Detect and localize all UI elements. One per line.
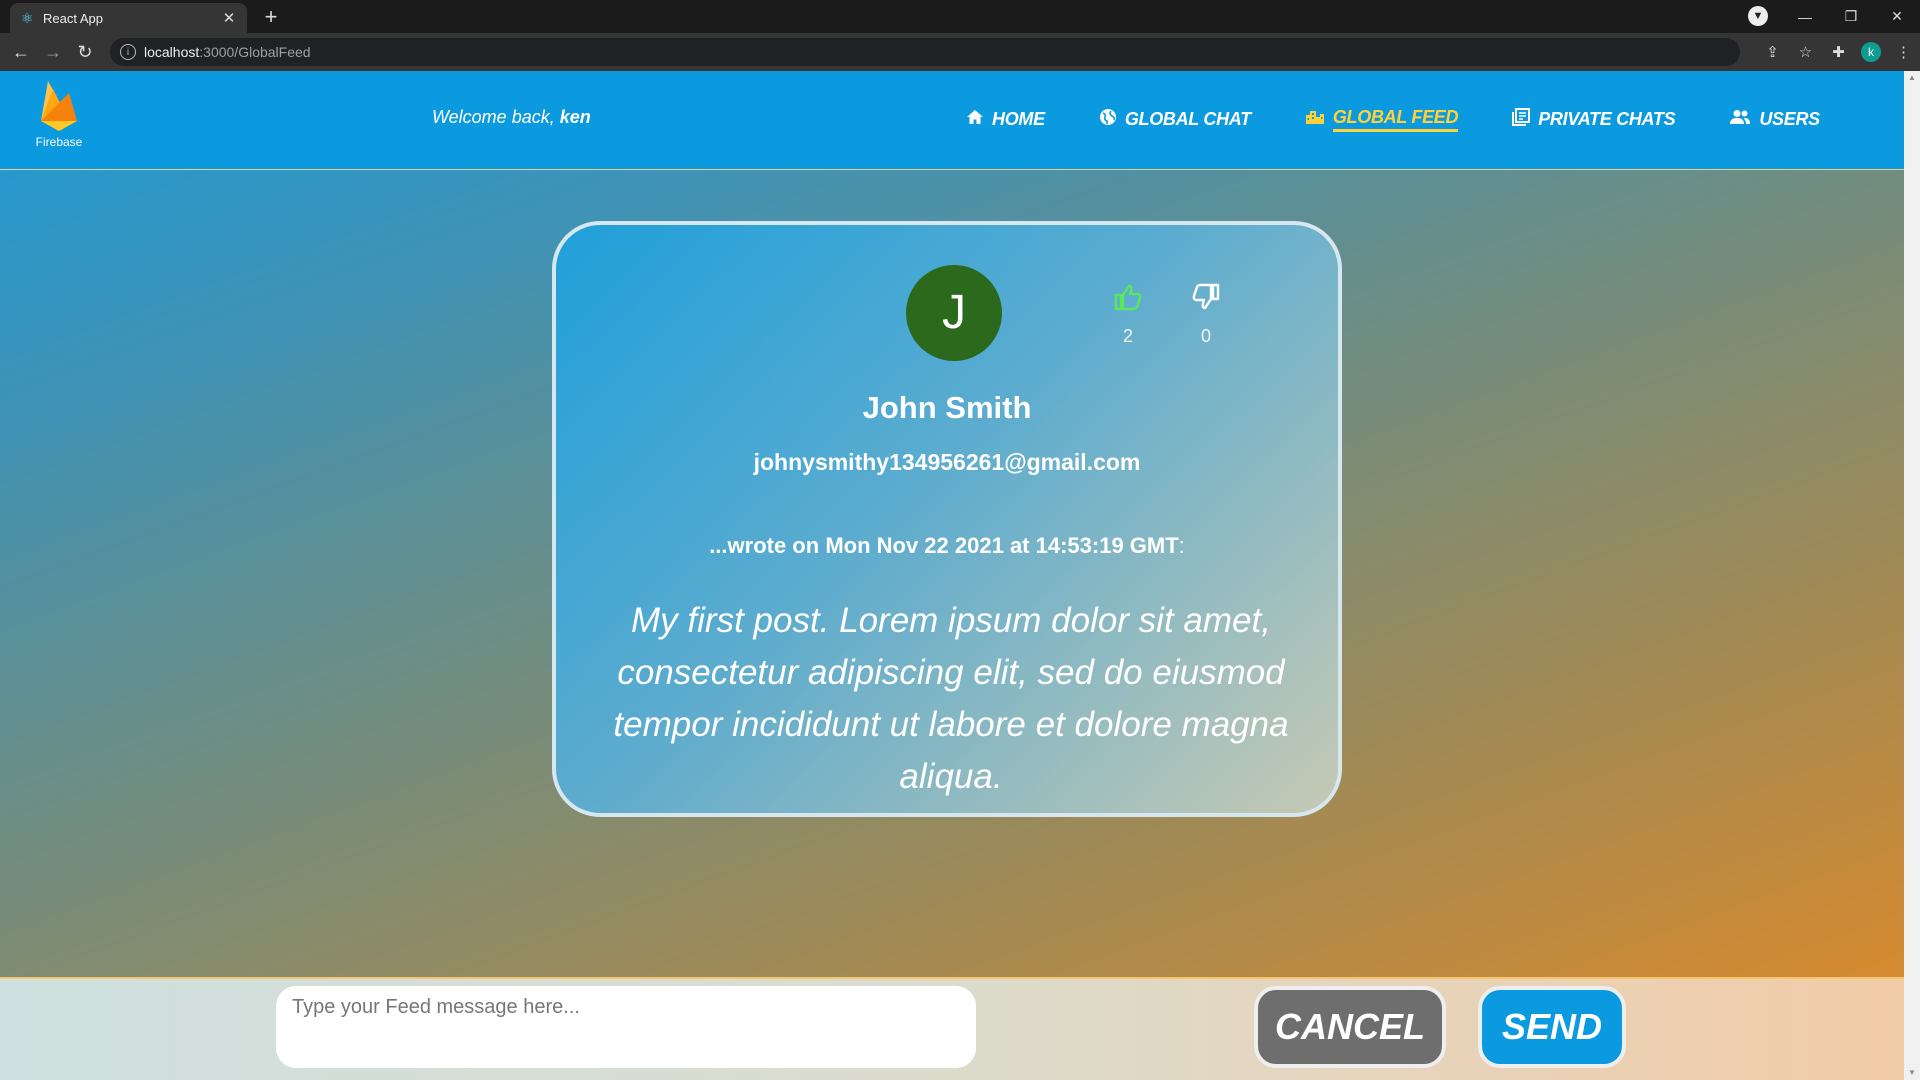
- like-count: 2: [1122, 326, 1133, 346]
- wrote-prefix: ...wrote on: [709, 533, 820, 558]
- app-navbar: Firebase Welcome back, ken HOME GLOBAL C…: [0, 71, 1904, 170]
- feed-post-card: J 2 0 John Smith johnysmithy134956261@gm…: [552, 221, 1342, 817]
- site-info-icon[interactable]: i: [120, 44, 136, 60]
- bookmark-star-icon[interactable]: ☆: [1789, 43, 1822, 61]
- downloads-icon[interactable]: ▼: [1748, 6, 1768, 26]
- like-control[interactable]: 2: [1108, 283, 1148, 347]
- url-host: localhost: [144, 44, 200, 60]
- feed-message-input[interactable]: [276, 986, 976, 1068]
- react-icon: ⚛: [20, 10, 34, 26]
- firebase-logo[interactable]: Firebase: [34, 79, 84, 149]
- menu-kebab-icon[interactable]: ⋮: [1887, 43, 1920, 61]
- browser-toolbar: ← → ↻ i localhost:3000/GlobalFeed ⇪ ☆ ✚ …: [0, 33, 1920, 71]
- browser-tabbar: ⚛ React App ✕ + ▼ — ❐ ✕: [0, 0, 1920, 33]
- welcome-prefix: Welcome back,: [432, 107, 555, 127]
- back-icon[interactable]: ←: [9, 40, 33, 64]
- post-author-email: johnysmithy134956261@gmail.com: [753, 449, 1141, 475]
- post-date: Mon Nov 22 2021 at 14:53:19 GMT: [825, 533, 1179, 558]
- nav-links: HOME GLOBAL CHAT GLOBAL FEED PRIVATE CHA…: [966, 107, 1874, 132]
- profile-avatar[interactable]: k: [1861, 42, 1881, 62]
- nav-users[interactable]: USERS: [1729, 107, 1820, 132]
- globe-icon: [1099, 108, 1117, 131]
- thumbs-up-icon[interactable]: [1113, 283, 1143, 311]
- nav-private-chats[interactable]: PRIVATE CHATS: [1512, 107, 1676, 132]
- window-close-icon[interactable]: ✕: [1874, 8, 1920, 25]
- post-message: My first post. Lorem ipsum dolor sit ame…: [613, 601, 1289, 796]
- home-icon: [966, 109, 984, 130]
- welcome-message: Welcome back, ken: [432, 107, 591, 128]
- feed-composer: CANCEL SEND: [0, 977, 1904, 1080]
- extensions-icon[interactable]: ✚: [1822, 43, 1855, 61]
- city-icon: [1305, 109, 1325, 130]
- browser-tab[interactable]: ⚛ React App ✕: [10, 3, 247, 33]
- address-bar[interactable]: i localhost:3000/GlobalFeed: [110, 38, 1740, 66]
- new-tab-button[interactable]: +: [258, 4, 284, 30]
- nav-global-chat[interactable]: GLOBAL CHAT: [1099, 107, 1251, 132]
- logo-label: Firebase: [35, 135, 83, 149]
- page-scrollbar[interactable]: ▲ ▼: [1904, 71, 1920, 1080]
- dislike-control[interactable]: 0: [1186, 283, 1226, 347]
- url-path: :3000/GlobalFeed: [199, 44, 311, 60]
- restore-icon[interactable]: ❐: [1828, 8, 1874, 25]
- nav-users-label: USERS: [1759, 109, 1820, 129]
- share-icon[interactable]: ⇪: [1756, 43, 1789, 61]
- users-icon: [1729, 109, 1751, 130]
- wrote-suffix: :: [1178, 533, 1185, 558]
- post-timestamp: ...wrote on Mon Nov 22 2021 at 14:53:19 …: [556, 533, 1338, 559]
- app-viewport: Firebase Welcome back, ken HOME GLOBAL C…: [0, 71, 1904, 1080]
- reload-icon[interactable]: ↻: [73, 40, 97, 64]
- minimize-icon[interactable]: —: [1782, 9, 1828, 25]
- scroll-up-icon[interactable]: ▲: [1907, 73, 1917, 83]
- tab-title: React App: [43, 10, 103, 26]
- send-button[interactable]: SEND: [1478, 986, 1626, 1068]
- nav-home-label: HOME: [992, 109, 1045, 129]
- window-controls: — ❐ ✕: [1782, 0, 1920, 33]
- tab-close-icon[interactable]: ✕: [219, 9, 239, 27]
- post-author-name: John Smith: [862, 390, 1032, 425]
- dislike-count: 0: [1200, 326, 1211, 346]
- nav-global-feed-label: GLOBAL FEED: [1332, 107, 1459, 132]
- chats-icon: [1512, 108, 1531, 131]
- welcome-username: ken: [559, 107, 591, 127]
- nav-global-chat-label: GLOBAL CHAT: [1124, 109, 1251, 129]
- nav-home[interactable]: HOME: [966, 107, 1045, 132]
- nav-private-chats-label: PRIVATE CHATS: [1538, 109, 1676, 129]
- nav-global-feed[interactable]: GLOBAL FEED: [1305, 107, 1459, 132]
- cancel-button[interactable]: CANCEL: [1254, 986, 1446, 1068]
- toolbar-icons: ⇪ ☆ ✚ k ⋮: [1756, 33, 1920, 71]
- forward-icon[interactable]: →: [41, 40, 65, 64]
- firebase-flame-icon: [41, 81, 77, 131]
- scroll-down-icon[interactable]: ▼: [1907, 1068, 1917, 1078]
- thumbs-down-icon[interactable]: [1191, 283, 1221, 311]
- author-avatar: J: [906, 265, 1002, 361]
